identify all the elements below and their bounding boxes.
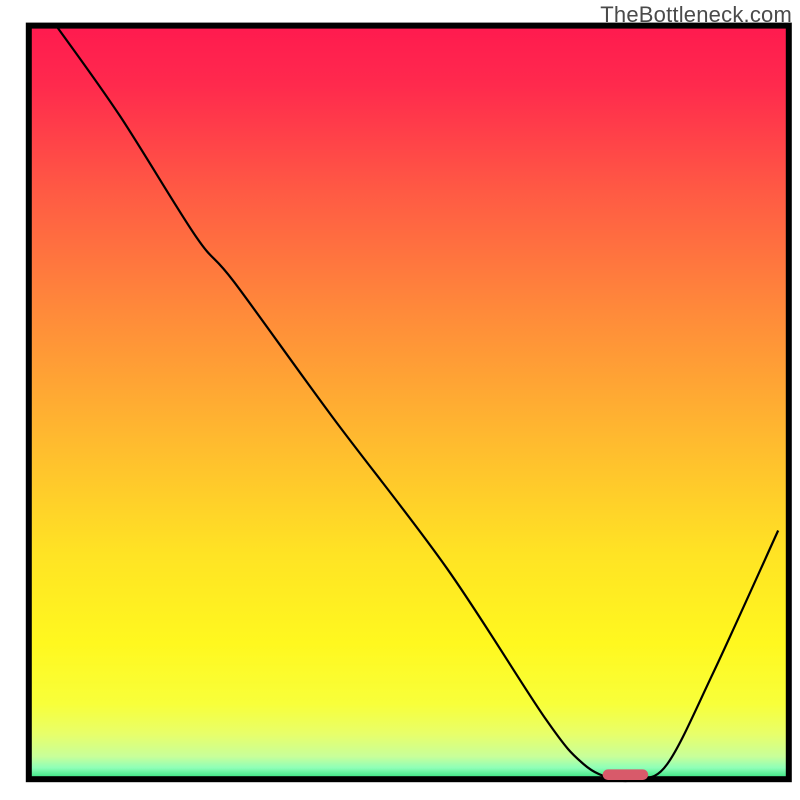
bottleneck-chart: TheBottleneck.com xyxy=(0,0,800,800)
watermark-text: TheBottleneck.com xyxy=(600,2,792,28)
optimum-marker xyxy=(603,769,649,780)
gradient-background xyxy=(29,26,789,780)
chart-svg xyxy=(0,0,800,800)
